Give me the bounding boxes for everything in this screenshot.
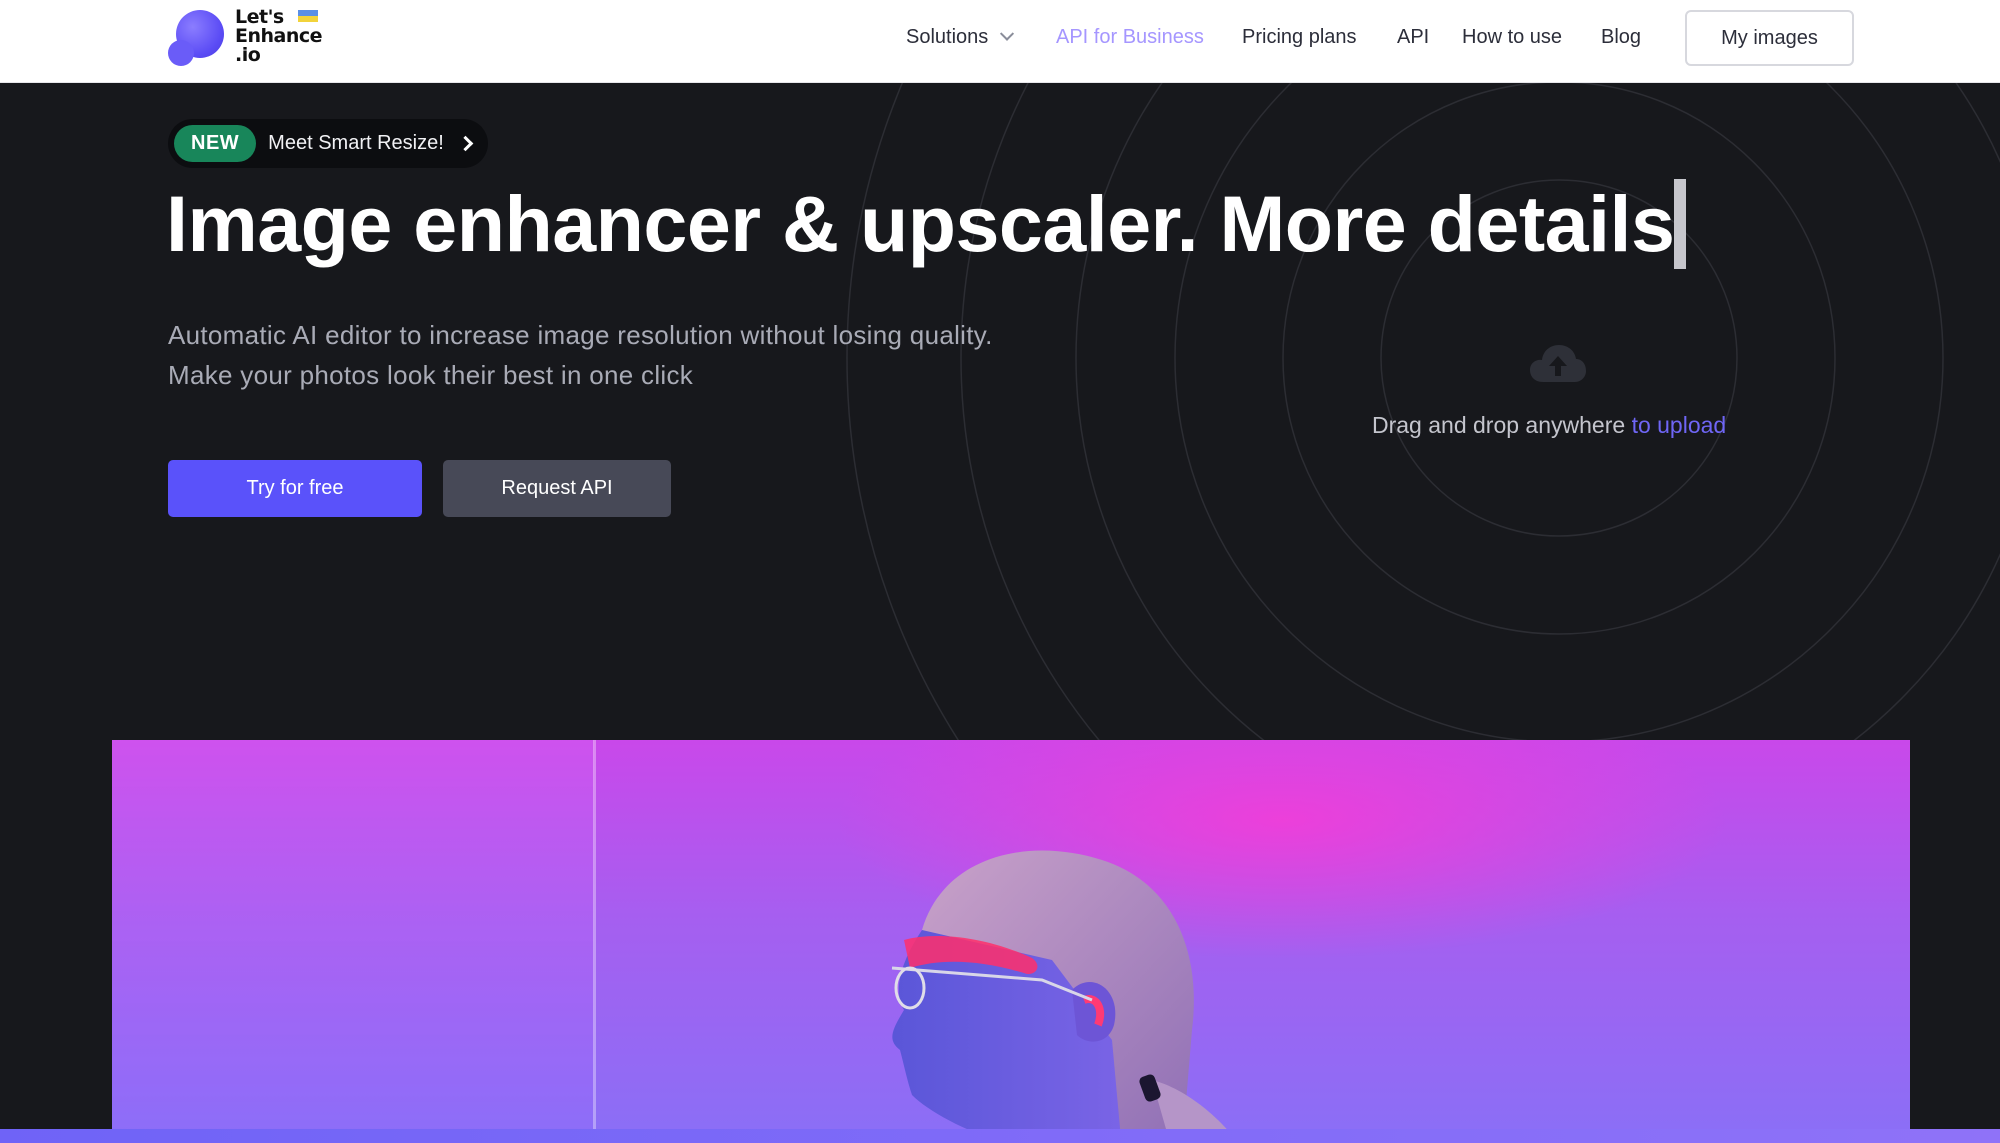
site-header: Let's Enhance .io Solutions API for Busi… (0, 0, 2000, 83)
my-images-button[interactable]: My images (1685, 10, 1854, 66)
cloud-upload-icon[interactable] (1529, 344, 1587, 384)
request-api-button[interactable]: Request API (443, 460, 671, 517)
upload-link[interactable]: to upload (1632, 412, 1727, 438)
nav-how-to-use[interactable]: How to use (1462, 24, 1562, 50)
logo[interactable]: Let's Enhance .io (168, 8, 328, 68)
try-for-free-button[interactable]: Try for free (168, 460, 422, 517)
hero-subtitle-line1: Automatic AI editor to increase image re… (168, 320, 993, 350)
hero-subtitle-line2: Make your photos look their best in one … (168, 360, 694, 390)
new-tag: NEW (174, 125, 257, 162)
portrait-image (891, 850, 1238, 1143)
logo-mark-small-circle (168, 40, 194, 66)
logo-text-line3: .io (235, 44, 261, 66)
nav-pricing-plans[interactable]: Pricing plans (1242, 24, 1357, 50)
before-after-preview[interactable] (112, 740, 1910, 1143)
nav-blog[interactable]: Blog (1601, 24, 1641, 50)
nav-api-for-business[interactable]: API for Business (1056, 24, 1204, 50)
nav-solutions[interactable]: Solutions (906, 24, 1015, 50)
upload-prompt: Drag and drop anywhere to upload (1372, 412, 1726, 439)
chevron-right-icon (457, 135, 474, 152)
hero-subtitle: Automatic AI editor to increase image re… (168, 315, 1068, 395)
typing-caret (1674, 179, 1686, 269)
announcement-text: Meet Smart Resize! (268, 132, 444, 154)
bottom-gradient-strip (0, 1129, 2000, 1143)
preview-before-side (112, 740, 594, 1143)
nav-solutions-label: Solutions (906, 26, 989, 48)
announcement-badge[interactable]: NEW Meet Smart Resize! (168, 119, 488, 168)
upload-prompt-text: Drag and drop anywhere (1372, 412, 1632, 438)
chevron-down-icon (1000, 26, 1015, 41)
nav-api[interactable]: API (1397, 24, 1429, 50)
hero-title: Image enhancer & upscaler. More details (166, 179, 1675, 268)
ukraine-flag-icon (298, 10, 318, 22)
comparison-divider[interactable] (593, 740, 596, 1143)
